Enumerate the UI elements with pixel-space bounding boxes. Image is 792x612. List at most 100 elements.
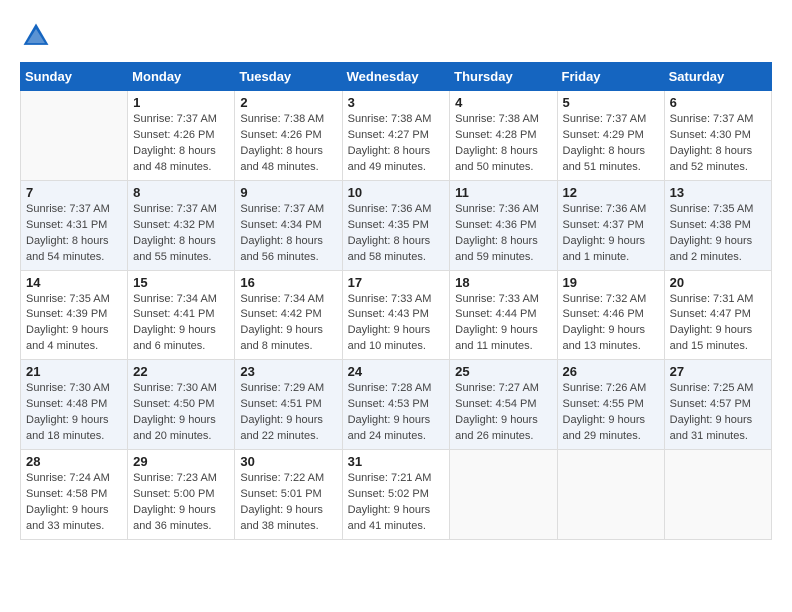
- calendar-day-cell: 7 Sunrise: 7:37 AMSunset: 4:31 PMDaylight…: [21, 180, 128, 270]
- calendar-day-cell: 30 Sunrise: 7:22 AMSunset: 5:01 PMDayligh…: [235, 450, 342, 540]
- day-info: Sunrise: 7:29 AMSunset: 4:51 PMDaylight:…: [240, 381, 336, 445]
- day-number: 20: [670, 275, 766, 290]
- day-number: 13: [670, 185, 766, 200]
- day-info: Sunrise: 7:33 AMSunset: 4:43 PMDaylight:…: [348, 292, 445, 356]
- day-number: 11: [455, 185, 551, 200]
- calendar-day-cell: 23 Sunrise: 7:29 AMSunset: 4:51 PMDayligh…: [235, 360, 342, 450]
- day-number: 25: [455, 364, 551, 379]
- day-info: Sunrise: 7:27 AMSunset: 4:54 PMDaylight:…: [455, 381, 551, 445]
- day-number: 28: [26, 454, 122, 469]
- calendar-week-row: 21 Sunrise: 7:30 AMSunset: 4:48 PMDayligh…: [21, 360, 772, 450]
- calendar-day-cell: 22 Sunrise: 7:30 AMSunset: 4:50 PMDayligh…: [128, 360, 235, 450]
- day-info: Sunrise: 7:37 AMSunset: 4:29 PMDaylight:…: [563, 112, 659, 176]
- day-info: Sunrise: 7:37 AMSunset: 4:26 PMDaylight:…: [133, 112, 229, 176]
- calendar-day-cell: 2 Sunrise: 7:38 AMSunset: 4:26 PMDaylight…: [235, 91, 342, 181]
- calendar-day-cell: [21, 91, 128, 181]
- day-number: 17: [348, 275, 445, 290]
- day-number: 29: [133, 454, 229, 469]
- calendar-day-cell: [450, 450, 557, 540]
- calendar-day-cell: [557, 450, 664, 540]
- day-number: 2: [240, 95, 336, 110]
- calendar-day-cell: 17 Sunrise: 7:33 AMSunset: 4:43 PMDayligh…: [342, 270, 450, 360]
- calendar-week-row: 7 Sunrise: 7:37 AMSunset: 4:31 PMDaylight…: [21, 180, 772, 270]
- day-info: Sunrise: 7:26 AMSunset: 4:55 PMDaylight:…: [563, 381, 659, 445]
- calendar-day-cell: 26 Sunrise: 7:26 AMSunset: 4:55 PMDayligh…: [557, 360, 664, 450]
- day-number: 12: [563, 185, 659, 200]
- calendar-col-header: Thursday: [450, 63, 557, 91]
- calendar-day-cell: 24 Sunrise: 7:28 AMSunset: 4:53 PMDayligh…: [342, 360, 450, 450]
- calendar-header-row: SundayMondayTuesdayWednesdayThursdayFrid…: [21, 63, 772, 91]
- day-number: 15: [133, 275, 229, 290]
- day-info: Sunrise: 7:38 AMSunset: 4:28 PMDaylight:…: [455, 112, 551, 176]
- calendar-week-row: 28 Sunrise: 7:24 AMSunset: 4:58 PMDayligh…: [21, 450, 772, 540]
- day-info: Sunrise: 7:37 AMSunset: 4:32 PMDaylight:…: [133, 202, 229, 266]
- calendar-col-header: Saturday: [664, 63, 771, 91]
- day-number: 22: [133, 364, 229, 379]
- calendar-col-header: Sunday: [21, 63, 128, 91]
- day-info: Sunrise: 7:28 AMSunset: 4:53 PMDaylight:…: [348, 381, 445, 445]
- calendar-col-header: Monday: [128, 63, 235, 91]
- day-number: 19: [563, 275, 659, 290]
- calendar-day-cell: 13 Sunrise: 7:35 AMSunset: 4:38 PMDayligh…: [664, 180, 771, 270]
- calendar-day-cell: 9 Sunrise: 7:37 AMSunset: 4:34 PMDaylight…: [235, 180, 342, 270]
- day-info: Sunrise: 7:22 AMSunset: 5:01 PMDaylight:…: [240, 471, 336, 535]
- calendar-table: SundayMondayTuesdayWednesdayThursdayFrid…: [20, 62, 772, 540]
- day-number: 27: [670, 364, 766, 379]
- calendar-day-cell: 4 Sunrise: 7:38 AMSunset: 4:28 PMDaylight…: [450, 91, 557, 181]
- day-info: Sunrise: 7:21 AMSunset: 5:02 PMDaylight:…: [348, 471, 445, 535]
- day-number: 31: [348, 454, 445, 469]
- calendar-day-cell: 5 Sunrise: 7:37 AMSunset: 4:29 PMDaylight…: [557, 91, 664, 181]
- logo: [20, 20, 56, 52]
- day-number: 16: [240, 275, 336, 290]
- day-info: Sunrise: 7:30 AMSunset: 4:50 PMDaylight:…: [133, 381, 229, 445]
- day-number: 24: [348, 364, 445, 379]
- day-number: 26: [563, 364, 659, 379]
- calendar-day-cell: 18Sunrise: 7:33 AMSunset: 4:44 PMDayligh…: [450, 270, 557, 360]
- logo-icon: [20, 20, 52, 52]
- calendar-day-cell: 15 Sunrise: 7:34 AMSunset: 4:41 PMDayligh…: [128, 270, 235, 360]
- calendar-day-cell: 28 Sunrise: 7:24 AMSunset: 4:58 PMDayligh…: [21, 450, 128, 540]
- page-header: [20, 20, 772, 52]
- calendar-day-cell: 6Sunrise: 7:37 AMSunset: 4:30 PMDaylight…: [664, 91, 771, 181]
- calendar-day-cell: 10 Sunrise: 7:36 AMSunset: 4:35 PMDayligh…: [342, 180, 450, 270]
- day-info: Sunrise: 7:35 AMSunset: 4:39 PMDaylight:…: [26, 292, 122, 356]
- day-info: Sunrise: 7:37 AMSunset: 4:31 PMDaylight:…: [26, 202, 122, 266]
- calendar-week-row: 14 Sunrise: 7:35 AMSunset: 4:39 PMDayligh…: [21, 270, 772, 360]
- day-info: Sunrise: 7:34 AMSunset: 4:41 PMDaylight:…: [133, 292, 229, 356]
- day-number: 23: [240, 364, 336, 379]
- day-number: 5: [563, 95, 659, 110]
- day-info: Sunrise: 7:38 AMSunset: 4:27 PMDaylight:…: [348, 112, 445, 176]
- day-number: 21: [26, 364, 122, 379]
- day-info: Sunrise: 7:24 AMSunset: 4:58 PMDaylight:…: [26, 471, 122, 535]
- calendar-col-header: Tuesday: [235, 63, 342, 91]
- calendar-day-cell: 16 Sunrise: 7:34 AMSunset: 4:42 PMDayligh…: [235, 270, 342, 360]
- calendar-day-cell: 1 Sunrise: 7:37 AMSunset: 4:26 PMDaylight…: [128, 91, 235, 181]
- calendar-col-header: Friday: [557, 63, 664, 91]
- day-info: Sunrise: 7:37 AMSunset: 4:34 PMDaylight:…: [240, 202, 336, 266]
- calendar-day-cell: 29Sunrise: 7:23 AMSunset: 5:00 PMDayligh…: [128, 450, 235, 540]
- day-number: 30: [240, 454, 336, 469]
- calendar-day-cell: 3 Sunrise: 7:38 AMSunset: 4:27 PMDaylight…: [342, 91, 450, 181]
- day-info: Sunrise: 7:38 AMSunset: 4:26 PMDaylight:…: [240, 112, 336, 176]
- day-info: Sunrise: 7:35 AMSunset: 4:38 PMDaylight:…: [670, 202, 766, 266]
- day-number: 3: [348, 95, 445, 110]
- calendar-day-cell: 12Sunrise: 7:36 AMSunset: 4:37 PMDayligh…: [557, 180, 664, 270]
- day-number: 1: [133, 95, 229, 110]
- calendar-day-cell: 31 Sunrise: 7:21 AMSunset: 5:02 PMDayligh…: [342, 450, 450, 540]
- day-number: 14: [26, 275, 122, 290]
- calendar-day-cell: 20 Sunrise: 7:31 AMSunset: 4:47 PMDayligh…: [664, 270, 771, 360]
- day-info: Sunrise: 7:30 AMSunset: 4:48 PMDaylight:…: [26, 381, 122, 445]
- calendar-day-cell: 21 Sunrise: 7:30 AMSunset: 4:48 PMDayligh…: [21, 360, 128, 450]
- day-info: Sunrise: 7:34 AMSunset: 4:42 PMDaylight:…: [240, 292, 336, 356]
- day-info: Sunrise: 7:31 AMSunset: 4:47 PMDaylight:…: [670, 292, 766, 356]
- day-number: 9: [240, 185, 336, 200]
- day-info: Sunrise: 7:36 AMSunset: 4:36 PMDaylight:…: [455, 202, 551, 266]
- day-number: 10: [348, 185, 445, 200]
- calendar-day-cell: 27 Sunrise: 7:25 AMSunset: 4:57 PMDayligh…: [664, 360, 771, 450]
- day-info: Sunrise: 7:32 AMSunset: 4:46 PMDaylight:…: [563, 292, 659, 356]
- day-info: Sunrise: 7:36 AMSunset: 4:35 PMDaylight:…: [348, 202, 445, 266]
- day-info: Sunrise: 7:25 AMSunset: 4:57 PMDaylight:…: [670, 381, 766, 445]
- day-number: 7: [26, 185, 122, 200]
- calendar-day-cell: 11 Sunrise: 7:36 AMSunset: 4:36 PMDayligh…: [450, 180, 557, 270]
- day-number: 4: [455, 95, 551, 110]
